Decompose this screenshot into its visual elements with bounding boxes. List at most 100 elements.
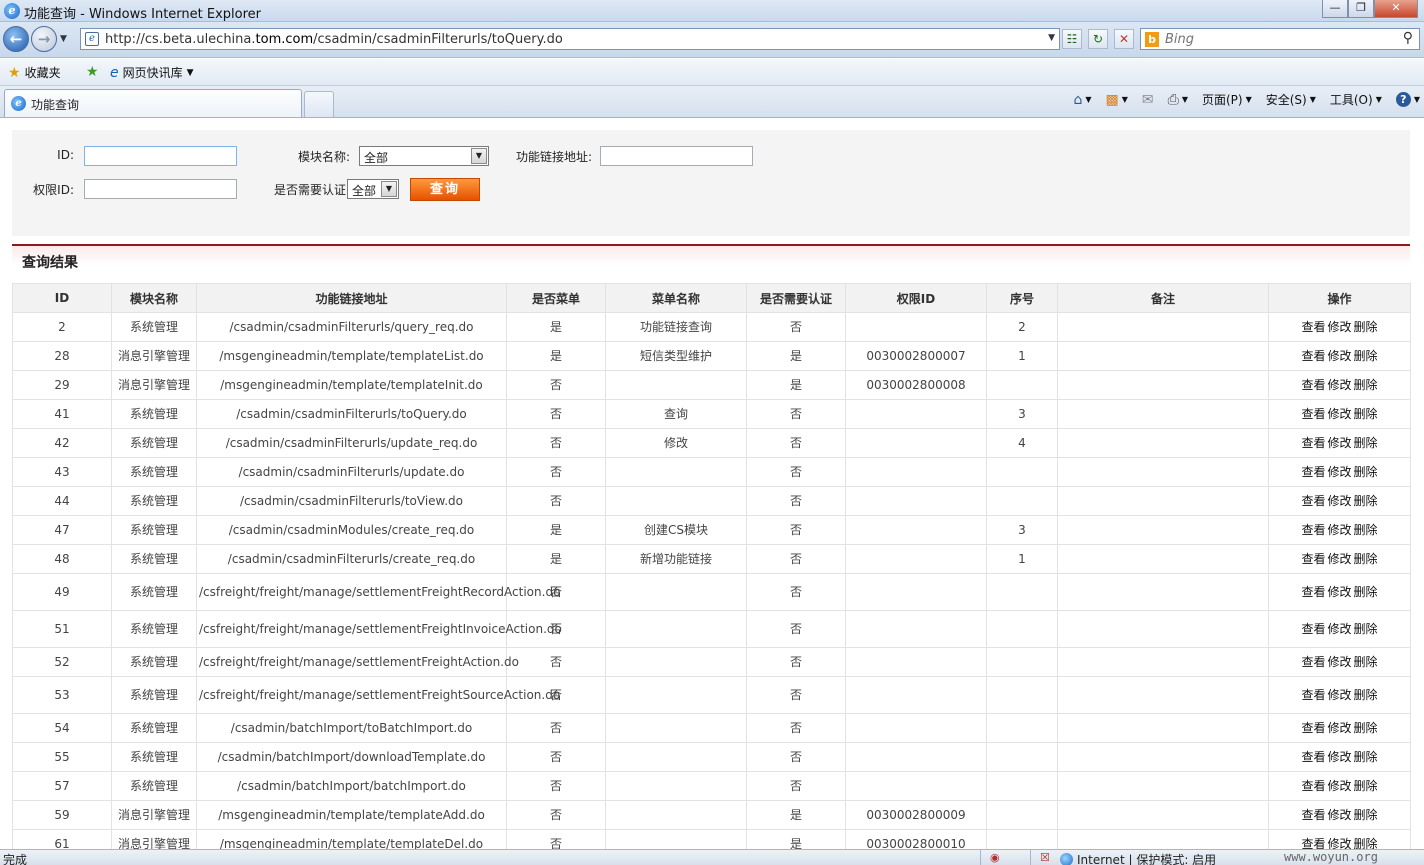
search-box[interactable]: b ⚲ [1140,28,1420,50]
protected-mode-icon[interactable]: ☒ [1040,851,1050,864]
view-link[interactable]: 查看 [1301,378,1325,392]
edit-link[interactable]: 修改 [1327,378,1351,392]
view-link[interactable]: 查看 [1301,407,1325,421]
safety-menu[interactable]: 安全(S) ▼ [1266,91,1316,108]
edit-link[interactable]: 修改 [1327,721,1351,735]
delete-link[interactable]: 删除 [1354,837,1378,850]
module-select[interactable]: 全部 ▼ [359,146,489,166]
edit-link[interactable]: 修改 [1327,407,1351,421]
edit-link[interactable]: 修改 [1327,750,1351,764]
page-menu[interactable]: 页面(P) ▼ [1202,91,1252,108]
edit-link[interactable]: 修改 [1327,349,1351,363]
delete-link[interactable]: 删除 [1354,622,1378,636]
view-link[interactable]: 查看 [1301,808,1325,822]
edit-link[interactable]: 修改 [1327,688,1351,702]
forward-button[interactable]: → [31,26,57,52]
delete-link[interactable]: 删除 [1354,655,1378,669]
cell-module: 系统管理 [111,647,197,677]
auth-dropdown-icon[interactable]: ▼ [381,181,397,197]
delete-link[interactable]: 删除 [1354,721,1378,735]
edit-link[interactable]: 修改 [1327,552,1351,566]
stop-icon[interactable]: ✕ [1114,29,1134,49]
link-input[interactable] [600,146,753,166]
permission-id-input[interactable] [84,179,237,199]
delete-link[interactable]: 删除 [1354,494,1378,508]
feeds-button[interactable]: ▩ ▼ [1105,92,1127,108]
web-slice-dropdown-icon[interactable]: ▼ [187,68,194,78]
search-icon[interactable]: ⚲ [1403,30,1413,46]
cell-auth: 否 [746,610,846,648]
id-input[interactable] [84,146,237,166]
delete-link[interactable]: 删除 [1354,407,1378,421]
maximize-button[interactable]: ❐ [1348,0,1374,18]
tab-active[interactable]: e 功能查询 [4,89,302,117]
read-mail-button[interactable]: ✉ [1142,92,1154,108]
edit-link[interactable]: 修改 [1327,585,1351,599]
view-link[interactable]: 查看 [1301,585,1325,599]
new-tab-button[interactable] [304,91,334,117]
view-link[interactable]: 查看 [1301,320,1325,334]
delete-link[interactable]: 删除 [1354,320,1378,334]
print-button[interactable]: ⎙ ▼ [1168,92,1188,108]
search-input[interactable] [1165,31,1385,47]
delete-link[interactable]: 删除 [1354,808,1378,822]
query-button[interactable]: 查询 [410,178,480,201]
delete-link[interactable]: 删除 [1354,750,1378,764]
add-favorite-button[interactable]: ★ [86,64,99,80]
help-button[interactable]: ? ▼ [1395,92,1420,107]
delete-link[interactable]: 删除 [1354,688,1378,702]
view-link[interactable]: 查看 [1301,552,1325,566]
delete-link[interactable]: 删除 [1354,552,1378,566]
security-zone[interactable]: Internet | 保护模式: 启用 [1060,851,1216,865]
edit-link[interactable]: 修改 [1327,622,1351,636]
view-link[interactable]: 查看 [1301,779,1325,793]
address-input[interactable]: e http://cs.beta.ulechina.tom.com/csadmi… [80,28,1060,50]
view-link[interactable]: 查看 [1301,436,1325,450]
edit-link[interactable]: 修改 [1327,837,1351,850]
delete-link[interactable]: 删除 [1354,349,1378,363]
view-link[interactable]: 查看 [1301,523,1325,537]
edit-link[interactable]: 修改 [1327,436,1351,450]
delete-link[interactable]: 删除 [1354,436,1378,450]
view-link[interactable]: 查看 [1301,721,1325,735]
tools-menu[interactable]: 工具(O) ▼ [1330,91,1382,108]
edit-link[interactable]: 修改 [1327,523,1351,537]
refresh-icon[interactable]: ↻ [1088,29,1108,49]
web-slice-gallery-link[interactable]: e 网页快讯库 ▼ [110,64,194,81]
close-button[interactable]: ✕ [1374,0,1418,18]
minimize-button[interactable]: — [1322,0,1348,18]
cell-id: 61 [12,829,112,849]
cell-note [1057,486,1269,516]
edit-link[interactable]: 修改 [1327,808,1351,822]
view-link[interactable]: 查看 [1301,465,1325,479]
view-link[interactable]: 查看 [1301,750,1325,764]
view-link[interactable]: 查看 [1301,837,1325,850]
history-dropdown-icon[interactable]: ▼ [60,34,67,44]
cell-is-menu: 否 [506,370,606,400]
back-button[interactable]: ← [3,26,29,52]
auth-select[interactable]: 全部 ▼ [347,179,399,199]
edit-link[interactable]: 修改 [1327,779,1351,793]
delete-link[interactable]: 删除 [1354,378,1378,392]
edit-link[interactable]: 修改 [1327,655,1351,669]
view-link[interactable]: 查看 [1301,349,1325,363]
view-link[interactable]: 查看 [1301,622,1325,636]
address-url[interactable]: http://cs.beta.ulechina.tom.com/csadmin/… [105,32,563,47]
home-button[interactable]: ⌂ ▼ [1073,92,1091,108]
module-dropdown-icon[interactable]: ▼ [471,148,487,164]
view-link[interactable]: 查看 [1301,688,1325,702]
view-link[interactable]: 查看 [1301,494,1325,508]
edit-link[interactable]: 修改 [1327,465,1351,479]
delete-link[interactable]: 删除 [1354,465,1378,479]
favorites-button[interactable]: ★ 收藏夹 [8,64,61,81]
privacy-report-icon[interactable]: ◉ [990,851,1000,864]
compatibility-view-icon[interactable]: ☷ [1062,29,1082,49]
edit-link[interactable]: 修改 [1327,320,1351,334]
delete-link[interactable]: 删除 [1354,585,1378,599]
cell-actions: 查看 修改 删除 [1268,515,1411,545]
view-link[interactable]: 查看 [1301,655,1325,669]
edit-link[interactable]: 修改 [1327,494,1351,508]
delete-link[interactable]: 删除 [1354,523,1378,537]
delete-link[interactable]: 删除 [1354,779,1378,793]
address-dropdown-icon[interactable]: ▼ [1048,33,1055,43]
